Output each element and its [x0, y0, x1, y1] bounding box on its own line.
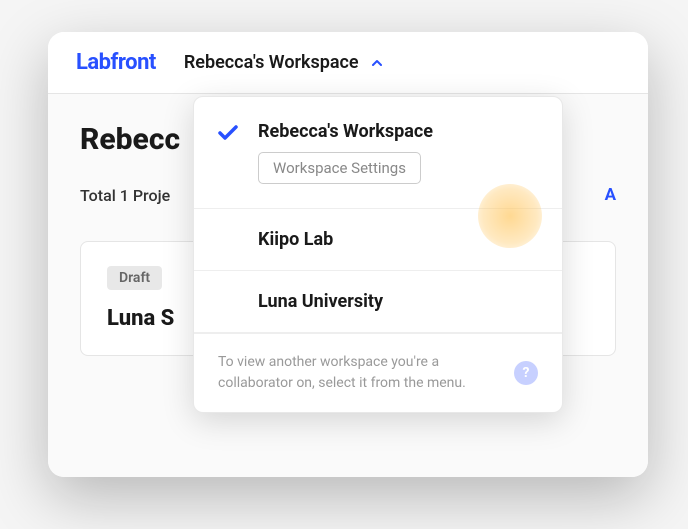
- dropdown-footer-text: To view another workspace you're a colla…: [218, 352, 502, 394]
- dropdown-item-current[interactable]: Rebecca's Workspace Workspace Settings: [194, 97, 562, 209]
- help-icon[interactable]: ?: [514, 361, 538, 385]
- header-bar: Labfront Rebecca's Workspace: [48, 32, 648, 94]
- workspace-selector-label: Rebecca's Workspace: [184, 52, 359, 73]
- dropdown-footer: To view another workspace you're a colla…: [194, 333, 562, 412]
- dropdown-item-label: Luna University: [258, 291, 538, 312]
- add-project-link[interactable]: A: [605, 185, 616, 205]
- brand-logo: Labfront: [76, 50, 156, 75]
- dropdown-item[interactable]: Luna University: [194, 271, 562, 333]
- checkmark-icon: [216, 121, 240, 145]
- dropdown-item[interactable]: Kiipo Lab: [194, 209, 562, 271]
- app-window: Labfront Rebecca's Workspace Rebecc Tota…: [48, 32, 648, 477]
- workspace-dropdown: Rebecca's Workspace Workspace Settings K…: [193, 96, 563, 413]
- workspace-settings-button[interactable]: Workspace Settings: [258, 152, 421, 184]
- chevron-up-icon: [369, 55, 385, 71]
- dropdown-item-label: Kiipo Lab: [258, 229, 538, 250]
- status-badge: Draft: [107, 266, 162, 290]
- workspace-selector[interactable]: Rebecca's Workspace: [184, 52, 385, 73]
- project-count-label: Total 1 Proje: [80, 186, 170, 205]
- dropdown-item-label: Rebecca's Workspace: [258, 121, 538, 142]
